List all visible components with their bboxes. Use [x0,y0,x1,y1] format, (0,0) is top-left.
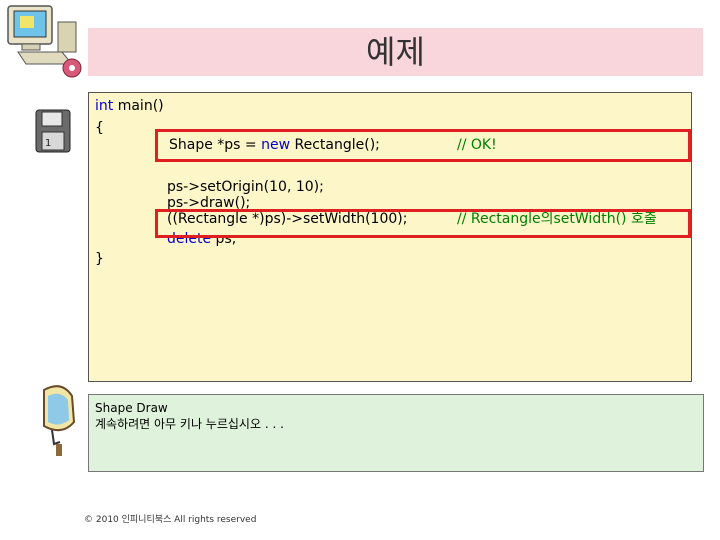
svg-text:1: 1 [45,138,51,149]
highlight-box-new [155,129,691,162]
console-output-panel: Shape Draw 계속하려면 아무 키나 누르십시오 . . . [88,394,704,472]
code-line-set-origin: ps->setOrigin(10, 10); [167,179,324,195]
keyword: int [95,98,114,114]
code-line-main: int main() [95,98,164,114]
floppy-disk-icon: 1 [35,109,71,153]
code-line-close-brace: } [95,251,104,267]
computer-icon [7,5,82,78]
copyright-footer: © 2010 인피니티북스 All rights reserved [84,515,257,525]
slide-title: 예제 [366,33,425,71]
code-line-open-brace: { [95,120,104,136]
mirror-icon [43,385,76,456]
code-text: main() [113,98,164,114]
console-line-1: Shape Draw [95,401,168,415]
highlight-box-cast [155,209,691,238]
console-line-2: 계속하려면 아무 키나 누르십시오 . . . [95,417,284,431]
